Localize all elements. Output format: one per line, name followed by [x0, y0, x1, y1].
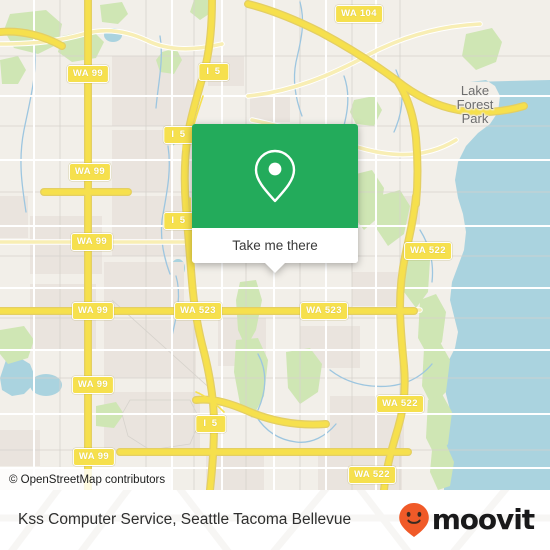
road-shield: WA 523	[174, 302, 222, 320]
road-shield: WA 99	[71, 302, 115, 320]
osm-attribution[interactable]: © OpenStreetMap contributors	[0, 469, 174, 490]
road-shield: WA 99	[72, 448, 116, 466]
footer-content: Kss Computer Service, Seattle Tacoma Bel…	[0, 490, 550, 550]
map-canvas[interactable]: Lake Forest Park WA 104 WA 99 I 5I 5 WA 99 I…	[0, 0, 550, 490]
map-pin-icon	[254, 149, 296, 203]
road-shield: I 5	[195, 415, 227, 433]
popup-body: Take me there	[192, 124, 358, 263]
road-shield: WA 99	[68, 163, 112, 181]
popup-tail	[264, 262, 286, 273]
road-shield: WA 522	[404, 242, 452, 260]
take-me-there-button[interactable]: Take me there	[192, 228, 358, 263]
road-shield: I 5	[163, 212, 195, 230]
road-shield: WA 99	[70, 233, 114, 251]
road-shield: WA 99	[71, 376, 115, 394]
moovit-smiley-pin-icon	[398, 503, 429, 537]
moovit-map-screenshot: Lake Forest Park WA 104 WA 99 I 5I 5 WA 99 I…	[0, 0, 550, 550]
location-popup-card[interactable]: Take me there	[192, 124, 358, 273]
moovit-brand-logo[interactable]: moovit	[398, 502, 535, 538]
road-shield: I 5	[198, 63, 230, 81]
road-shield: WA 104	[335, 5, 383, 23]
popup-image-area	[192, 124, 358, 228]
road-shield: I 5	[163, 126, 195, 144]
footer-bar: Kss Computer Service, Seattle Tacoma Bel…	[0, 490, 550, 550]
road-shield: WA 523	[300, 302, 348, 320]
road-shield: WA 522	[348, 466, 396, 484]
place-title: Kss Computer Service, Seattle Tacoma Bel…	[18, 511, 352, 528]
moovit-wordmark: moovit	[431, 503, 535, 536]
road-shield: WA 522	[376, 395, 424, 413]
road-shield: WA 99	[66, 65, 110, 83]
